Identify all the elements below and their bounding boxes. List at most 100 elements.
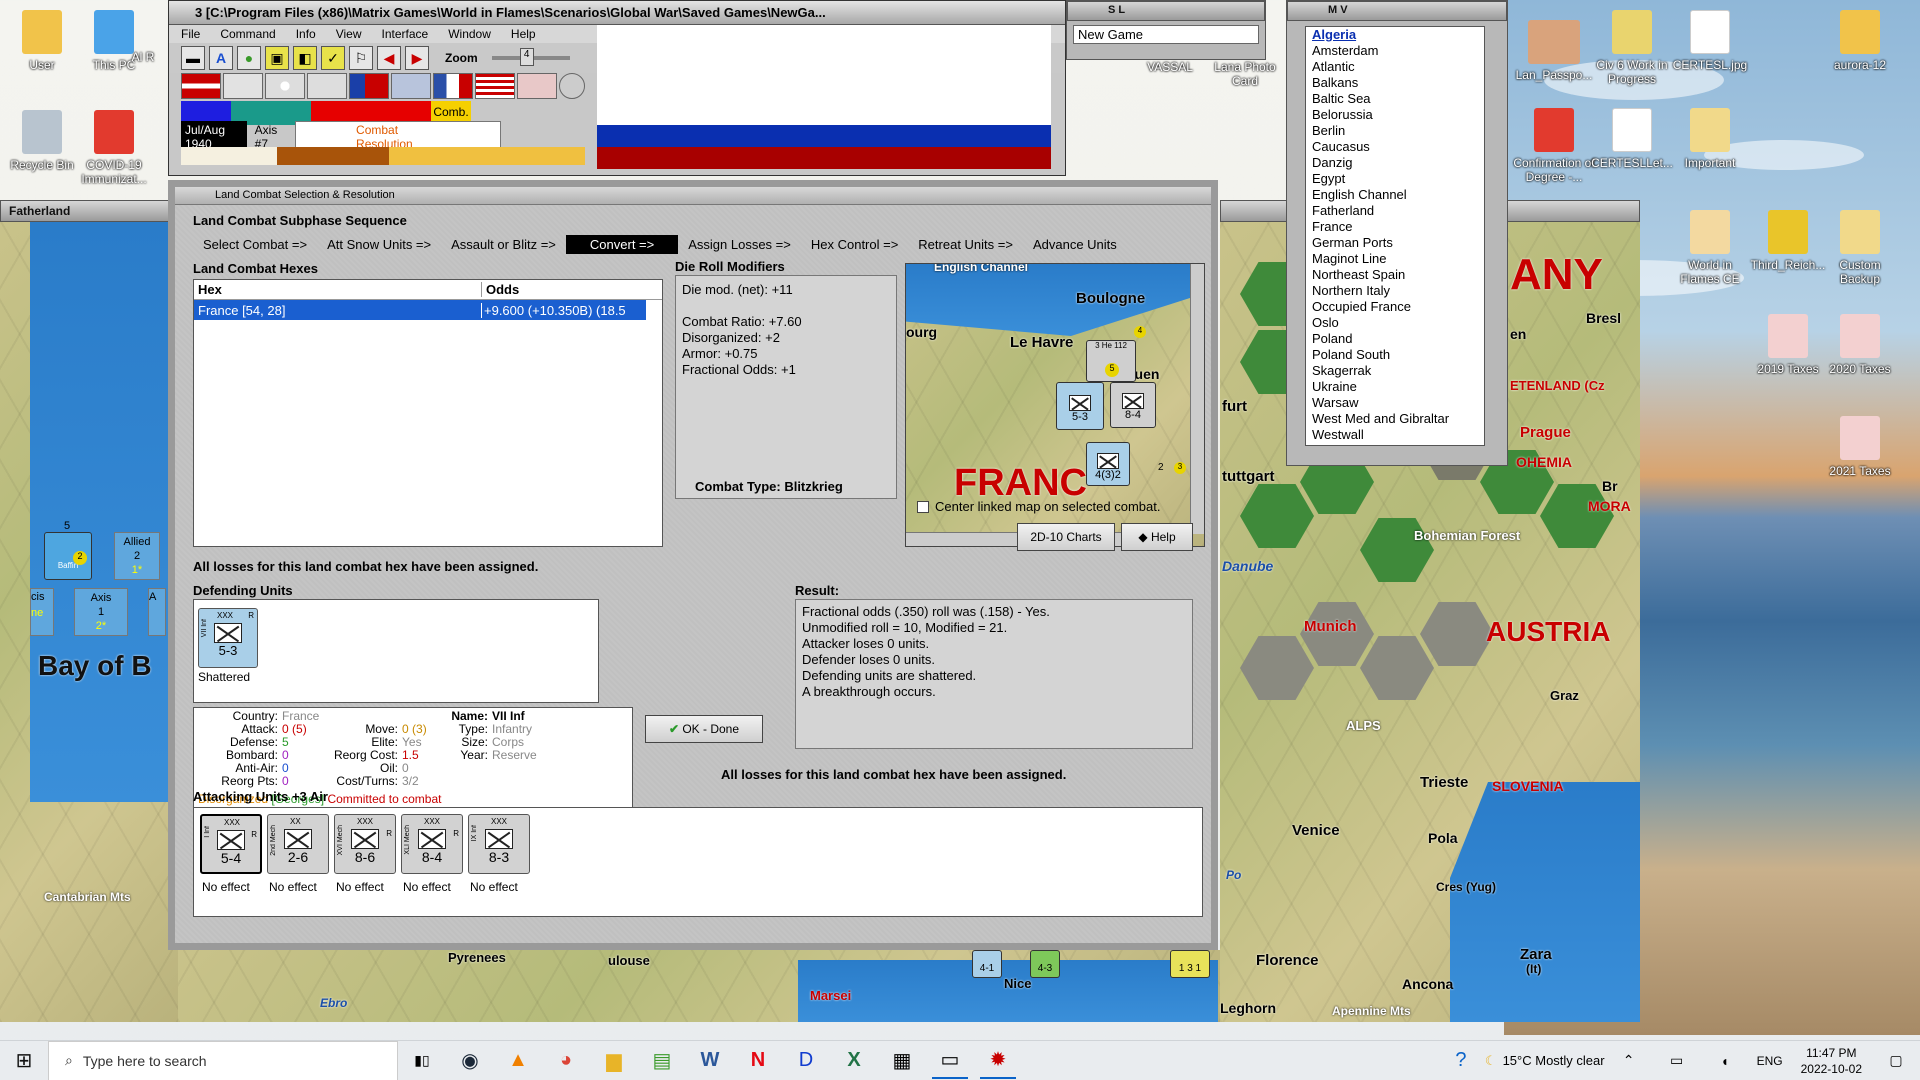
mv-list-item[interactable]: West Med and Gibraltar — [1312, 411, 1478, 427]
attacker-unit-counter[interactable]: XXX IX Inf 8-3 — [468, 814, 530, 874]
desktop-icon-covid-pdf[interactable]: COVID-19 Immunizat... — [72, 110, 156, 186]
flag-france[interactable] — [433, 73, 473, 99]
search-box[interactable]: ⌕ Type here to search — [48, 1040, 398, 1080]
netflix-icon[interactable]: N — [740, 1043, 776, 1079]
col-odds[interactable]: Odds — [482, 282, 519, 297]
air-counter[interactable]: 3 He 112 5 — [1086, 340, 1136, 382]
mv-list-item[interactable]: Egypt — [1312, 171, 1478, 187]
volume-icon[interactable]: ◖ — [1707, 1043, 1743, 1079]
mv-list-item[interactable]: Fatherland — [1312, 203, 1478, 219]
desktop-icon-al[interactable]: Al R — [128, 50, 158, 64]
defender-counter-map[interactable]: 5-3 — [1056, 382, 1104, 430]
mv-list-item[interactable]: Danzig — [1312, 155, 1478, 171]
network-icon[interactable]: ▭ — [1659, 1043, 1695, 1079]
mv-list-item[interactable]: Northern Italy — [1312, 283, 1478, 299]
desktop-icon-certesl-jpg[interactable]: CERTESL.jpg — [1668, 10, 1752, 72]
flag-uk[interactable] — [391, 73, 431, 99]
arrow-left-icon[interactable]: ◀ — [377, 46, 401, 70]
charts-button[interactable]: 2D-10 Charts — [1017, 523, 1115, 551]
attacker-unit-counter[interactable]: XX 2nd Mech 2-6 — [267, 814, 329, 874]
mv-list-item[interactable]: Skagerrak — [1312, 363, 1478, 379]
mv-list-item[interactable]: Caucasus — [1312, 139, 1478, 155]
layers-icon[interactable]: ◧ — [293, 46, 317, 70]
clock[interactable]: 11:47 PM 2022-10-02 — [1801, 1045, 1862, 1077]
disney-icon[interactable]: D — [788, 1043, 824, 1079]
desktop-icon-civ6[interactable]: Civ 6 Work in Progress — [1590, 10, 1674, 86]
left-map-titlebar[interactable]: Fatherland — [0, 200, 178, 222]
task-view-icon[interactable]: ▮▯ — [404, 1043, 440, 1079]
mv-list-item[interactable]: France — [1312, 219, 1478, 235]
flag-usa[interactable] — [475, 73, 515, 99]
grid-icon[interactable]: ▣ — [265, 46, 289, 70]
notifications-icon[interactable]: ▢ — [1878, 1043, 1914, 1079]
steam-icon[interactable]: ◉ — [452, 1043, 488, 1079]
desktop-icon-aurora[interactable]: aurora-12 — [1818, 10, 1902, 72]
menu-info[interactable]: Info — [296, 27, 316, 41]
mv-list-item[interactable]: Maginot Line — [1312, 251, 1478, 267]
flag-icon[interactable]: ⚐ — [349, 46, 373, 70]
word-icon[interactable]: W — [692, 1043, 728, 1079]
desktop-icon-lana-photo[interactable]: Lana Photo Card — [1210, 60, 1280, 88]
defender-unit-counter[interactable]: XXX R VII Inf 5-3 — [198, 608, 258, 668]
gear-icon[interactable]: ● — [237, 46, 261, 70]
center-linked-option[interactable]: Center linked map on selected combat. — [917, 499, 1160, 514]
zoom-slider[interactable]: 4 — [491, 48, 570, 66]
flag-blank[interactable] — [307, 73, 347, 99]
mv-list-item[interactable]: Atlantic — [1312, 59, 1478, 75]
menu-window[interactable]: Window — [448, 27, 491, 41]
mv-list-item[interactable]: Belorussia — [1312, 107, 1478, 123]
mv-list-item[interactable]: Poland South — [1312, 347, 1478, 363]
arrow-right-icon[interactable]: ▶ — [405, 46, 429, 70]
desktop-icon-passport[interactable]: Lan_Passpo... — [1512, 20, 1596, 82]
vlc-icon[interactable]: ▲ — [500, 1043, 536, 1079]
unit-icon[interactable]: ▬ — [181, 46, 205, 70]
flag-ussr[interactable] — [517, 73, 557, 99]
attacker-unit-counter[interactable]: XXX R I Inf 5-4 — [200, 814, 262, 874]
mv-list-item[interactable]: Berlin — [1312, 123, 1478, 139]
naval-counter-baffin[interactable]: Baffin 2 — [44, 532, 92, 580]
attacker-unit-counter[interactable]: XXX R XLI Mech 8-4 — [401, 814, 463, 874]
mv-list-item[interactable]: English Channel — [1312, 187, 1478, 203]
calculator-icon[interactable]: ▦ — [884, 1043, 920, 1079]
desktop-icon-custom-backup[interactable]: Custom Backup — [1818, 210, 1902, 286]
flag-germany[interactable] — [181, 73, 221, 99]
chevron-up-icon[interactable]: ⌃ — [1611, 1043, 1647, 1079]
desktop-icon-wif-ce[interactable]: World in Flames CE — [1668, 210, 1752, 286]
mv-list-item[interactable]: Westwall — [1312, 427, 1478, 443]
file-explorer-icon[interactable]: ▆ — [596, 1043, 632, 1079]
language-indicator[interactable]: ENG — [1757, 1054, 1783, 1068]
menu-help[interactable]: Help — [511, 27, 536, 41]
col-hex[interactable]: Hex — [194, 282, 482, 297]
desktop-icon-important[interactable]: Important — [1668, 108, 1752, 170]
unit-counter-43[interactable]: 4-3 — [1030, 950, 1060, 978]
desktop-icon-certesl-letter[interactable]: CERTESLLet... — [1590, 108, 1674, 170]
app-titlebar[interactable]: 3 [C:\Program Files (x86)\Matrix Games\W… — [169, 1, 1065, 25]
mv-list-item[interactable]: Warsaw — [1312, 395, 1478, 411]
mv-list-item[interactable]: Oslo — [1312, 315, 1478, 331]
menu-interface[interactable]: Interface — [382, 27, 429, 41]
attacker-unit-counter[interactable]: XXX R XVI Mech 8-6 — [334, 814, 396, 874]
flag-japan[interactable] — [265, 73, 305, 99]
unit-counter-41[interactable]: 4-1 — [972, 950, 1002, 978]
mv-list-item[interactable]: Ukraine — [1312, 379, 1478, 395]
help-tray-icon[interactable]: ? — [1443, 1043, 1479, 1079]
attacker-counter-map[interactable]: 8-4 — [1110, 382, 1156, 428]
menu-view[interactable]: View — [336, 27, 362, 41]
menu-command[interactable]: Command — [220, 27, 275, 41]
mv-list-item[interactable]: Northeast Spain — [1312, 267, 1478, 283]
desktop-icon-2020-taxes[interactable]: 2020 Taxes — [1818, 314, 1902, 376]
mv-list-item[interactable]: Poland — [1312, 331, 1478, 347]
zoom-value[interactable]: 4 — [519, 48, 534, 66]
ok-done-button[interactable]: ✔ OK - Done — [645, 715, 763, 743]
table-row[interactable]: France [54, 28] +9.600 (+10.350B) (18.5 — [194, 300, 646, 320]
flag-neutral[interactable] — [223, 73, 263, 99]
mv-list-item[interactable]: Baltic Sea — [1312, 91, 1478, 107]
mv-list-item[interactable]: Balkans — [1312, 75, 1478, 91]
mv-window-title[interactable]: M V — [1287, 1, 1507, 21]
text-icon[interactable]: A — [209, 46, 233, 70]
flag-china[interactable] — [349, 73, 389, 99]
app-window-icon[interactable]: ▭ — [932, 1043, 968, 1079]
desktop-icon-2021-taxes[interactable]: 2021 Taxes — [1818, 416, 1902, 478]
unit-counter-131[interactable]: 1 3 1 — [1170, 950, 1210, 978]
wif-game-icon[interactable]: ✹ — [980, 1043, 1016, 1079]
